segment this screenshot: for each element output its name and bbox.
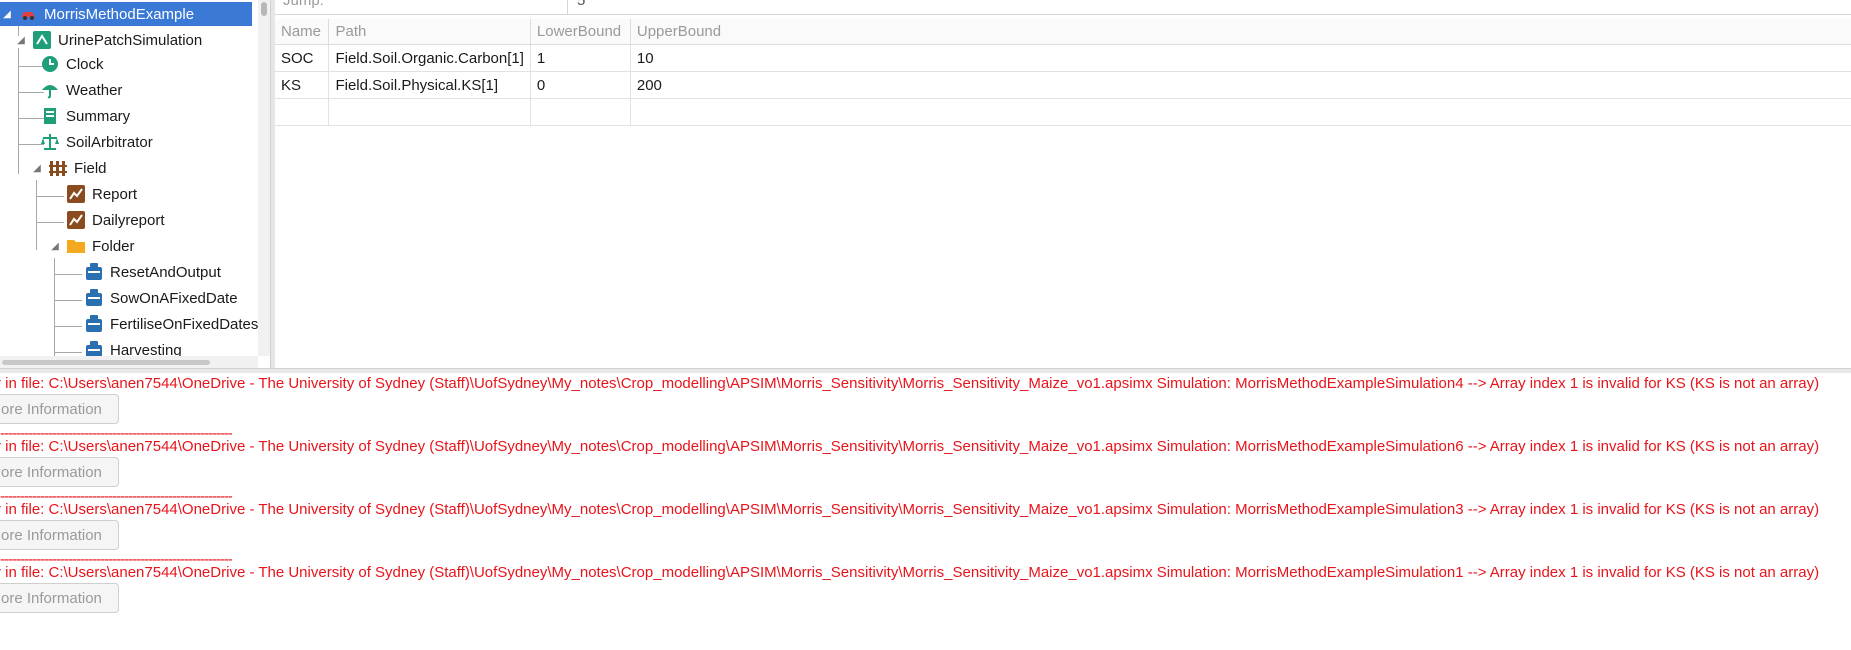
manager-script-icon — [86, 315, 102, 332]
column-header-lowerbound[interactable]: LowerBound — [530, 19, 631, 45]
tree-node-label: FertiliseOnFixedDates — [110, 315, 258, 333]
cell-lowerbound[interactable]: 1 — [530, 44, 631, 72]
tree-node-label: Summary — [66, 107, 131, 125]
tree-node-fertiliseonfixeddates[interactable]: FertiliseOnFixedDates — [84, 312, 258, 336]
error-text: r in file: C:\Users\anen7544\OneDrive - … — [0, 564, 1820, 581]
tree-node-root[interactable]: ◢ MorrisMethodExample — [0, 2, 252, 26]
tree-node-dailyreport[interactable]: Dailyreport — [66, 208, 165, 232]
folder-icon — [67, 240, 85, 253]
tree-node-label: SowOnAFixedDate — [110, 289, 238, 307]
tree-node-label: Clock — [66, 55, 104, 73]
more-information-button[interactable]: ore Information — [0, 583, 119, 613]
tree-node-weather[interactable]: Weather — [40, 78, 122, 102]
grid-header-row: Name Path LowerBound UpperBound — [275, 19, 1851, 45]
manager-script-icon — [86, 289, 102, 306]
cell-lowerbound[interactable]: 0 — [530, 71, 631, 99]
tree-horizontal-scrollbar[interactable] — [0, 356, 258, 368]
table-row-empty[interactable] — [275, 98, 1851, 126]
tree-node-label: SoilArbitrator — [66, 133, 153, 151]
error-messages-panel: r in file: C:\Users\anen7544\OneDrive - … — [0, 373, 1851, 650]
parameters-grid[interactable]: Name Path LowerBound UpperBound SOC Fiel… — [275, 19, 1851, 126]
cell-upperbound[interactable]: 200 — [630, 71, 1851, 99]
cell-upperbound[interactable]: 10 — [630, 44, 1851, 72]
cell-path[interactable]: Field.Soil.Organic.Carbon[1] — [328, 44, 531, 72]
cell-lowerbound[interactable] — [530, 98, 631, 126]
experiment-icon — [21, 12, 35, 20]
tree-node-label: Field — [74, 159, 107, 177]
tree-node-label: UrinePatchSimulation — [58, 31, 203, 49]
umbrella-icon — [42, 85, 58, 99]
cell-name[interactable] — [275, 98, 330, 126]
report-chart-icon — [67, 185, 85, 203]
collapse-icon[interactable]: ◢ — [0, 7, 14, 21]
factor-editor-pane: Jump: 5 Name Path LowerBound UpperBound … — [275, 0, 1851, 368]
tree-node-simulation[interactable]: ◢ UrinePatchSimulation — [14, 28, 202, 52]
fence-icon — [49, 161, 67, 176]
tree-guide-line — [36, 196, 64, 197]
jump-field-row: Jump: 5 — [275, 0, 1851, 15]
tree-node-summary[interactable]: Summary — [40, 104, 130, 128]
cell-name[interactable]: SOC — [275, 44, 330, 72]
more-information-button[interactable]: ore Information — [0, 457, 119, 487]
tree-guide-line — [36, 180, 37, 250]
tree-guide-line — [36, 222, 64, 223]
more-information-button[interactable]: ore Information — [0, 520, 119, 550]
tree-node-label: Folder — [92, 237, 135, 255]
tree-node-label: Harvesting — [110, 341, 182, 357]
cell-path[interactable]: Field.Soil.Physical.KS[1] — [328, 71, 531, 99]
scrollbar-thumb[interactable] — [2, 360, 210, 365]
tree-node-soilarbitrator[interactable]: SoilArbitrator — [40, 130, 153, 154]
error-text: r in file: C:\Users\anen7544\OneDrive - … — [0, 438, 1820, 455]
tree-node-label: Report — [92, 185, 138, 203]
tree-vertical-scrollbar[interactable] — [258, 0, 270, 356]
column-header-name[interactable]: Name — [275, 19, 330, 45]
manager-script-icon — [86, 341, 102, 356]
cell-name[interactable]: KS — [275, 71, 330, 99]
jump-input[interactable]: 5 — [577, 0, 585, 9]
more-information-button[interactable]: ore Information — [0, 394, 119, 424]
tree-node-label: MorrisMethodExample — [44, 5, 195, 23]
simulation-icon — [33, 31, 51, 49]
cell-upperbound[interactable] — [630, 98, 1851, 126]
scales-icon — [41, 134, 59, 150]
table-row[interactable]: SOC Field.Soil.Organic.Carbon[1] 1 10 — [275, 44, 1851, 72]
jump-label: Jump: — [283, 0, 324, 9]
tree-node-resetandoutput[interactable]: ResetAndOutput — [84, 260, 221, 284]
cell-path[interactable] — [328, 98, 531, 126]
book-icon — [44, 108, 56, 124]
manager-script-icon — [86, 263, 102, 280]
error-text: r in file: C:\Users\anen7544\OneDrive - … — [0, 375, 1820, 392]
tree-node-folder[interactable]: ◢ Folder — [48, 234, 135, 258]
table-row[interactable]: KS Field.Soil.Physical.KS[1] 0 200 — [275, 71, 1851, 99]
tree-guide-line — [54, 258, 55, 356]
tree-guide-line — [54, 352, 82, 353]
tree-node-field[interactable]: ◢ Field — [30, 156, 107, 180]
tree-node-label: Dailyreport — [92, 211, 165, 229]
tree-guide-line — [54, 326, 82, 327]
collapse-icon[interactable]: ◢ — [30, 161, 44, 175]
divider — [567, 0, 568, 14]
column-header-upperbound[interactable]: UpperBound — [630, 19, 1851, 45]
tree-guide-line — [54, 274, 82, 275]
collapse-icon[interactable]: ◢ — [14, 33, 28, 47]
tree-node-clock[interactable]: Clock — [40, 52, 104, 76]
clock-icon — [42, 56, 58, 72]
report-chart-icon — [67, 211, 85, 229]
tree-node-sowonafixeddate[interactable]: SowOnAFixedDate — [84, 286, 238, 310]
collapse-icon[interactable]: ◢ — [48, 239, 62, 253]
scrollbar-thumb[interactable] — [261, 2, 267, 16]
simulation-tree[interactable]: ◢ MorrisMethodExample ◢ UrinePatchSimula… — [0, 0, 258, 356]
tree-node-harvesting[interactable]: Harvesting — [84, 338, 182, 356]
column-header-path[interactable]: Path — [328, 19, 531, 45]
tree-node-label: ResetAndOutput — [110, 263, 221, 281]
tree-guide-line — [54, 300, 82, 301]
tree-node-report[interactable]: Report — [66, 182, 137, 206]
error-text: r in file: C:\Users\anen7544\OneDrive - … — [0, 501, 1820, 518]
tree-node-label: Weather — [66, 81, 123, 99]
